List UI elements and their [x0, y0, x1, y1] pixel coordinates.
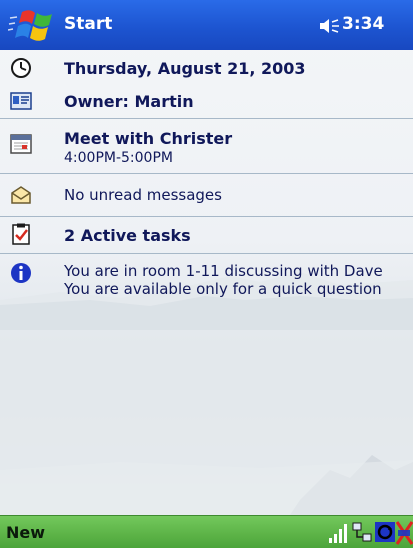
appointment-title: Meet with Christer: [64, 129, 233, 148]
messages-text: No unread messages: [64, 186, 222, 204]
title-bar: Start 3:34: [0, 0, 413, 50]
signal-bars-icon[interactable]: [328, 522, 350, 544]
clipboard-check-icon: [12, 223, 30, 245]
appointment-time: 4:00PM-5:00PM: [64, 150, 173, 166]
network-icon[interactable]: [352, 522, 372, 542]
messages-row[interactable]: No unread messages: [0, 174, 413, 216]
date-row[interactable]: Thursday, August 21, 2003: [0, 52, 413, 84]
info-row[interactable]: You are in room 1-11 discussing with Dav…: [0, 254, 413, 304]
info-line-2: You are available only for a quick quest…: [64, 280, 382, 298]
calendar-icon: [10, 134, 32, 154]
title-start-label[interactable]: Start: [64, 14, 112, 34]
clock-icon: [11, 58, 31, 78]
tasks-row[interactable]: 2 Active tasks: [0, 217, 413, 253]
clock-time[interactable]: 3:34: [342, 14, 384, 34]
speaker-icon[interactable]: [318, 17, 340, 35]
menu-bar: New: [0, 515, 413, 548]
connection-status-icon[interactable]: [396, 520, 413, 546]
windows-flag-icon[interactable]: [8, 8, 56, 44]
info-icon: [11, 263, 31, 283]
date-text: Thursday, August 21, 2003: [64, 59, 306, 78]
owner-card-icon: [10, 92, 32, 110]
owner-row[interactable]: Owner: Martin: [0, 84, 413, 118]
tasks-text: 2 Active tasks: [64, 226, 191, 245]
new-button[interactable]: New: [6, 523, 45, 542]
today-screen: Start 3:34 Thursday, August 21, 2003 Own…: [0, 0, 413, 548]
envelope-icon: [11, 186, 31, 204]
appointment-row[interactable]: Meet with Christer 4:00PM-5:00PM: [0, 119, 413, 173]
info-line-1: You are in room 1-11 discussing with Dav…: [64, 262, 383, 280]
sync-icon[interactable]: [375, 522, 395, 542]
owner-text: Owner: Martin: [64, 92, 194, 111]
